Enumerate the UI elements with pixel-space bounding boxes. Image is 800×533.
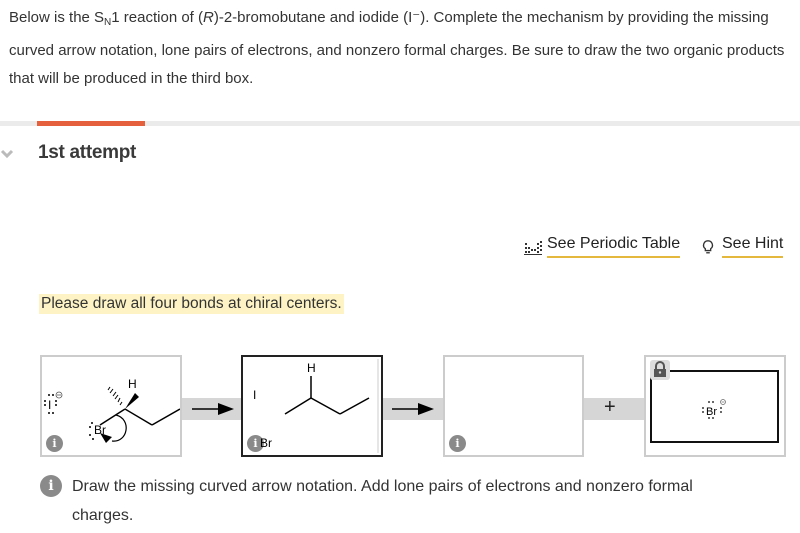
lock-icon xyxy=(650,360,670,380)
bromide-structure: Br xyxy=(702,399,726,419)
periodic-table-link[interactable]: See Periodic Table xyxy=(524,235,681,258)
mechanism-box-3-drawing-area[interactable]: i xyxy=(443,355,584,457)
chiral-centers-banner: Please draw all four bonds at chiral cen… xyxy=(39,294,344,314)
bromide-label: Br xyxy=(260,436,272,450)
question-text: Below is the SN1 reaction of (R)-2-bromo… xyxy=(9,4,799,93)
iodide-label: I xyxy=(48,398,51,412)
instruction-text: Draw the missing curved arrow notation. … xyxy=(72,478,693,524)
hint-link[interactable]: See Hint xyxy=(699,235,784,258)
periodic-table-label: See Periodic Table xyxy=(547,235,681,258)
mechanism-box-2[interactable]: I H i Br xyxy=(241,355,383,457)
hydrogen-label: H xyxy=(307,361,316,375)
wedge-bond xyxy=(125,393,139,409)
question-part: 1 reaction of ( xyxy=(111,9,203,26)
attempt-heading: 1st attempt xyxy=(38,142,137,163)
info-icon[interactable]: i xyxy=(46,435,63,452)
bromide-label: Br xyxy=(706,406,717,418)
attempt-progress-fill xyxy=(37,121,145,126)
reaction-arrow-2 xyxy=(392,403,434,415)
reaction-arrow-1 xyxy=(192,403,234,415)
info-icon: i xyxy=(40,475,62,497)
mechanism-box-4: Br xyxy=(644,355,786,457)
hashed-bond xyxy=(107,386,123,406)
mechanism-box-1[interactable]: I H Br i xyxy=(40,355,182,457)
periodic-table-icon xyxy=(524,240,542,255)
lightbulb-icon xyxy=(702,239,714,253)
hydrogen-label: H xyxy=(128,377,137,391)
curved-arrow xyxy=(111,414,127,442)
question-prefix: Below is the S xyxy=(9,9,105,26)
question-stereo: R xyxy=(203,9,214,26)
chevron-down-icon[interactable] xyxy=(0,147,14,161)
plus-sign: + xyxy=(604,396,616,418)
locked-structure-frame: Br xyxy=(650,370,779,443)
hint-label: See Hint xyxy=(722,235,784,258)
info-icon[interactable]: i xyxy=(449,435,466,452)
iodide-label: I xyxy=(253,388,256,402)
